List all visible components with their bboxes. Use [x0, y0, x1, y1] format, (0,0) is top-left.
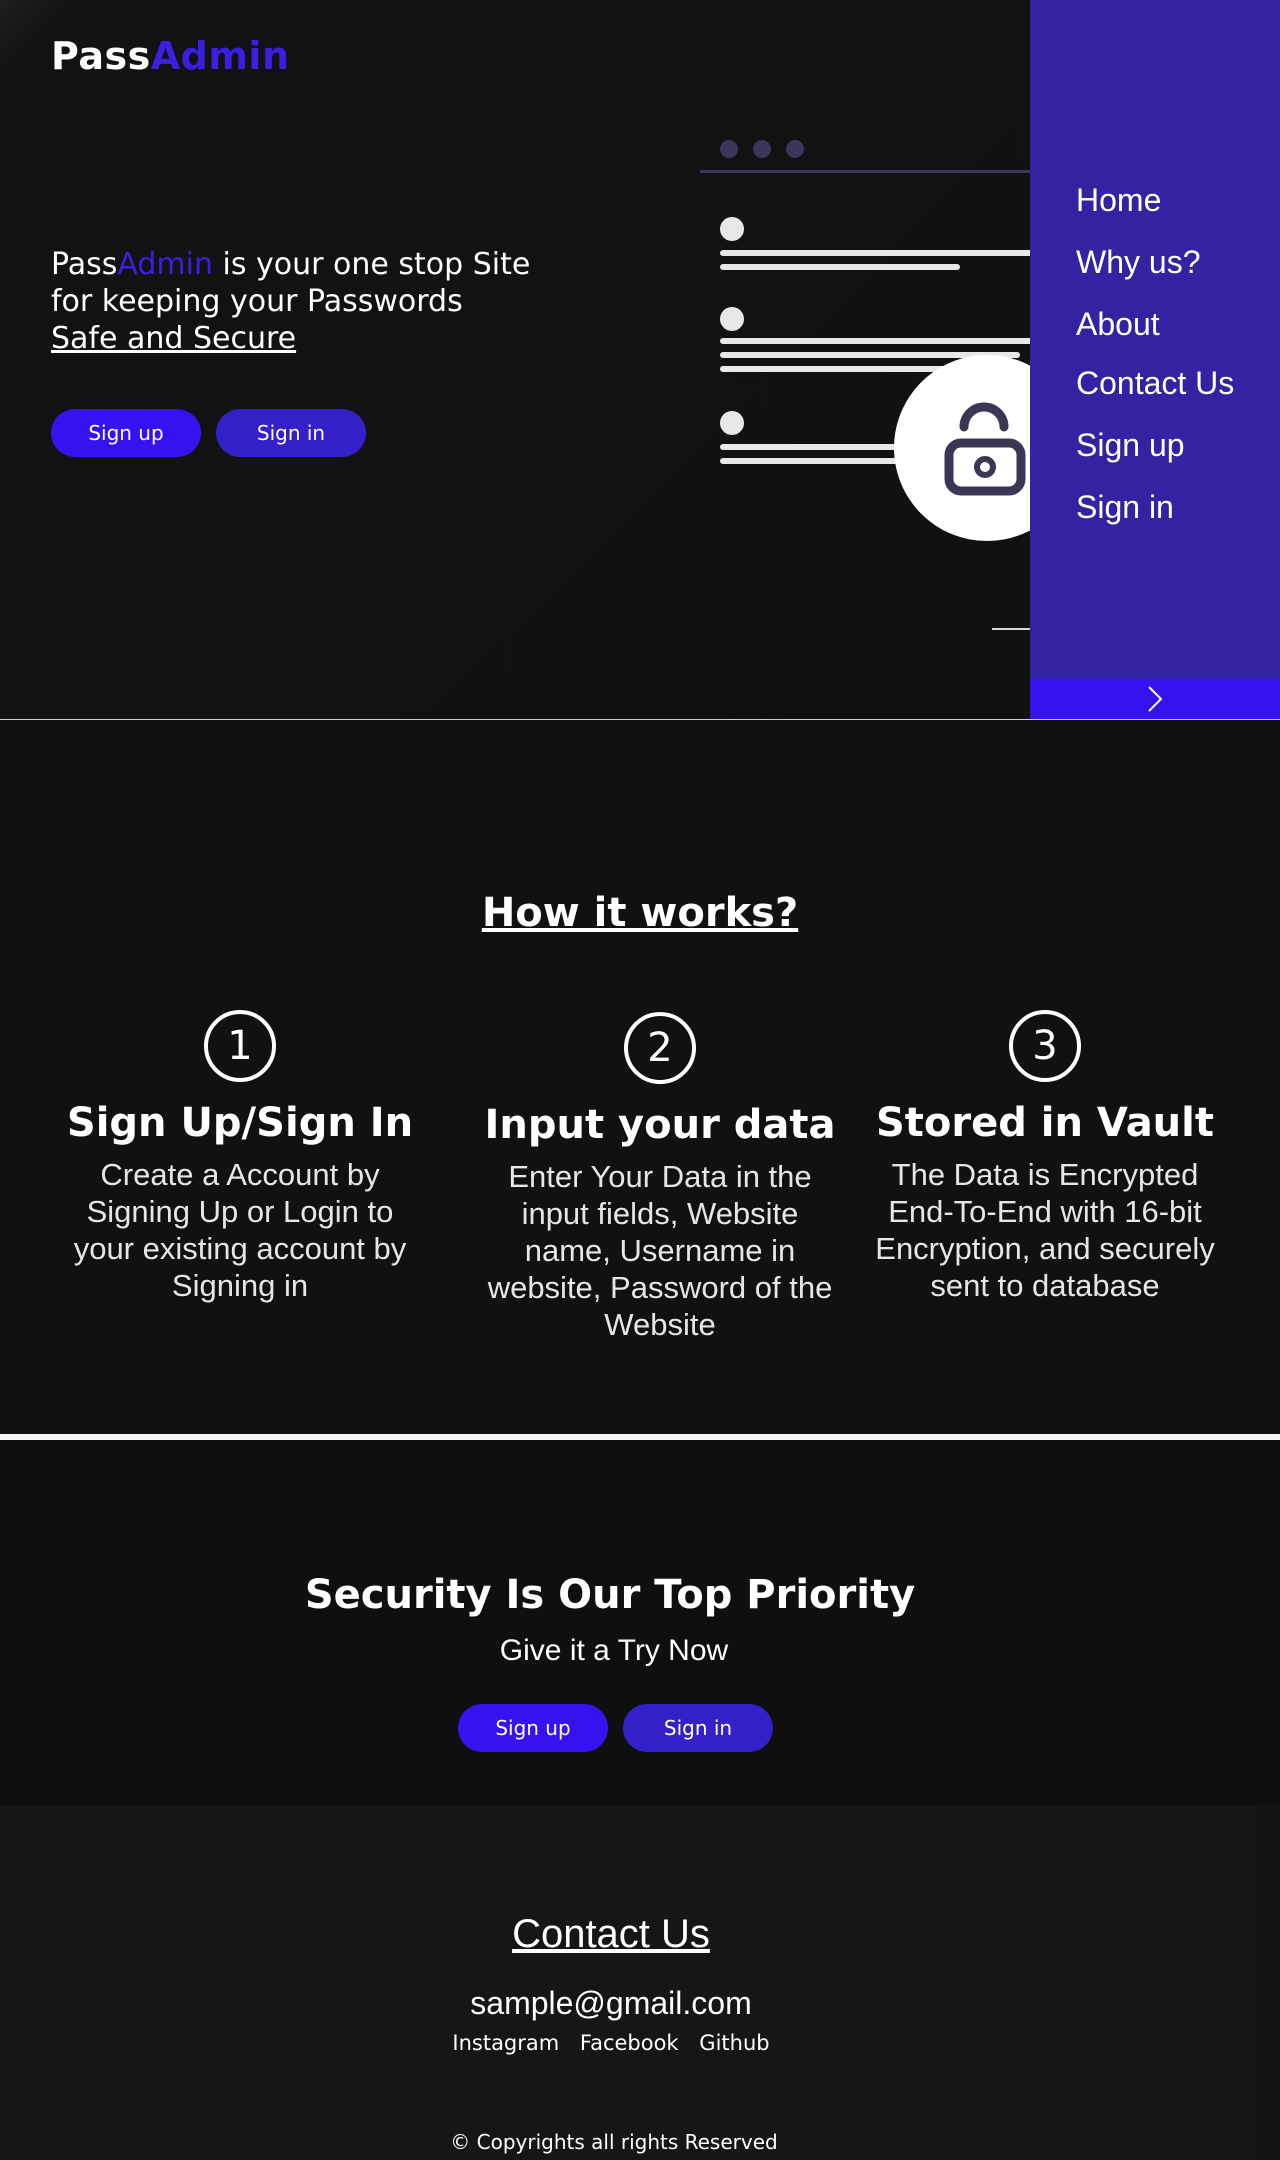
security-signup-button[interactable]: Sign up [458, 1704, 608, 1752]
step-description: Create a Account by Signing Up or Login … [73, 1157, 407, 1303]
brand-logo[interactable]: PassAdmin [51, 34, 290, 78]
nav-item-contact-us[interactable]: Contact Us [1076, 365, 1234, 402]
hero-section: PassAdmin PassAdmin is your one stop Sit… [0, 0, 1280, 719]
nav-item-about[interactable]: About [1076, 306, 1160, 343]
copyright-text: © Copyrights all rights Reserved [450, 2130, 778, 2154]
security-subtitle: Give it a Try Now [499, 1634, 729, 1667]
how-it-works-section: How it works? 1 Sign Up/Sign In Create a… [0, 720, 1280, 1434]
hero-signin-button[interactable]: Sign in [216, 409, 366, 457]
list-bullet [720, 411, 744, 435]
window-dot [720, 140, 738, 158]
step-title: Sign Up/Sign In [66, 1100, 414, 1146]
list-line [720, 338, 1050, 344]
step-title: Stored in Vault [875, 1100, 1214, 1146]
step-description: Enter Your Data in the input fields, Web… [487, 1159, 833, 1342]
window-header-line [700, 170, 1040, 173]
github-link[interactable]: Github [699, 2031, 769, 2055]
brand-logo-part2: Admin [150, 34, 290, 78]
step-card: 2 Input your data Enter Your Data in the… [460, 1012, 860, 1343]
nav-item-sign-in[interactable]: Sign in [1076, 489, 1174, 526]
hero-signup-button[interactable]: Sign up [51, 409, 201, 457]
how-title: How it works? [481, 890, 799, 936]
list-line [720, 250, 1050, 256]
step-description: The Data is Encrypted End-To-End with 16… [875, 1157, 1215, 1303]
list-bullet [720, 307, 744, 331]
instagram-link[interactable]: Instagram [452, 2031, 559, 2055]
window-dot [786, 140, 804, 158]
step-title: Input your data [484, 1102, 836, 1148]
step-number-badge: 2 [624, 1012, 696, 1084]
contact-section: Contact Us sample@gmail.com Instagram Fa… [0, 1805, 1255, 2160]
list-bullet [720, 217, 744, 241]
list-line [720, 264, 960, 270]
hero-tagline: PassAdmin is your one stop Site for keep… [51, 246, 531, 357]
step-number-badge: 3 [1009, 1010, 1081, 1082]
security-section: Security Is Our Top Priority Give it a T… [0, 1440, 1280, 1805]
tagline-brand-part2: Admin [117, 247, 214, 282]
chevron-right-icon [1148, 686, 1163, 712]
window-dot [753, 140, 771, 158]
brand-logo-part1: Pass [51, 34, 151, 78]
contact-title: Contact Us [512, 1912, 710, 1956]
contact-email[interactable]: sample@gmail.com [0, 1985, 1222, 2022]
facebook-link[interactable]: Facebook [580, 2031, 679, 2055]
nav-toggle-button[interactable] [1030, 679, 1280, 719]
nav-item-home[interactable]: Home [1076, 182, 1161, 219]
step-number-badge: 1 [204, 1010, 276, 1082]
step-card: 3 Stored in Vault The Data is Encrypted … [845, 1010, 1245, 1304]
tagline-brand-part1: Pass [51, 247, 118, 282]
security-signin-button[interactable]: Sign in [623, 1704, 773, 1752]
nav-item-why-us[interactable]: Why us? [1076, 244, 1200, 281]
side-navigation: Home Why us? About Contact Us Sign up Si… [1030, 0, 1280, 719]
step-card: 1 Sign Up/Sign In Create a Account by Si… [40, 1010, 440, 1304]
nav-item-sign-up[interactable]: Sign up [1076, 427, 1185, 464]
tagline-underlined: Safe and Secure [51, 321, 297, 356]
security-title: Security Is Our Top Priority [304, 1572, 916, 1618]
social-links: Instagram Facebook Github [0, 2031, 1222, 2055]
